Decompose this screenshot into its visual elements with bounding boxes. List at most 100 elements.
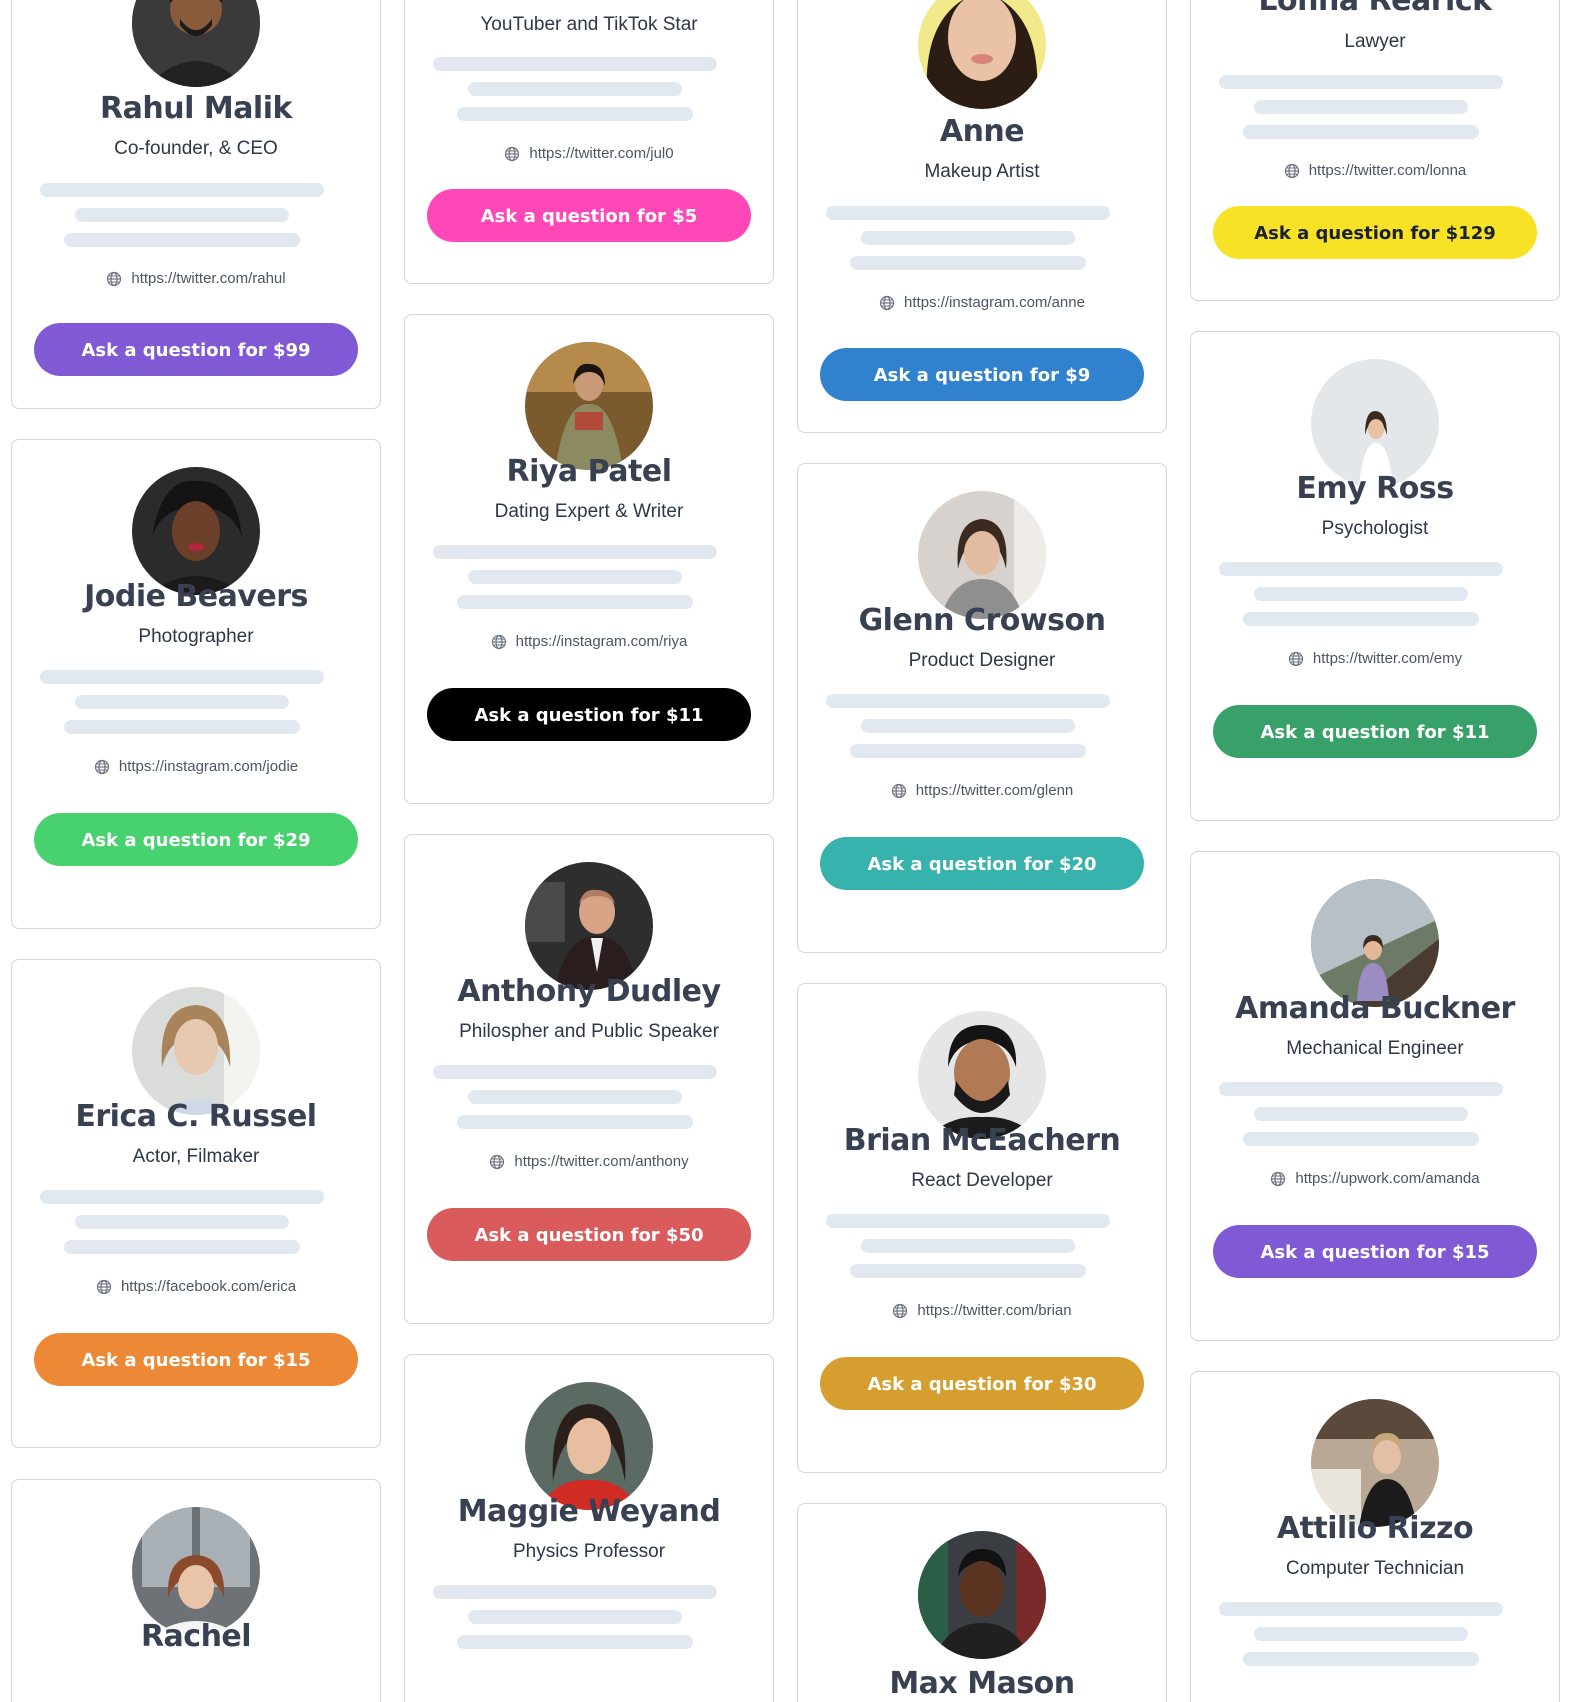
profile-role: Makeup Artist (924, 161, 1040, 182)
avatar (132, 0, 260, 87)
profile-name: Riya Patel (506, 454, 672, 489)
ask-question-button[interactable]: Ask a question for $15 (34, 1333, 358, 1386)
globe-icon (891, 783, 906, 798)
avatar (525, 862, 653, 990)
avatar (525, 1382, 653, 1510)
ask-question-button[interactable]: Ask a question for $9 (820, 348, 1144, 401)
placeholder-line (64, 1240, 300, 1254)
ask-question-button[interactable]: Ask a question for $11 (1213, 705, 1537, 758)
profile-link-text[interactable]: https://instagram.com/anne (904, 294, 1085, 311)
profile-link[interactable]: https://facebook.com/erica (12, 1278, 380, 1295)
globe-icon (490, 1154, 505, 1169)
profile-link-text[interactable]: https://twitter.com/jul0 (529, 145, 673, 162)
profile-link-text[interactable]: https://twitter.com/brian (917, 1302, 1071, 1319)
placeholder-line (1254, 1627, 1468, 1641)
profile-link[interactable]: https://instagram.com/anne (798, 294, 1166, 311)
profile-card-julo: YouTuber and TikTok Star https://twitter… (404, 0, 774, 284)
placeholder-line (468, 570, 682, 584)
placeholder-line (850, 256, 1086, 270)
placeholder-line (457, 595, 693, 609)
ask-question-button[interactable]: Ask a question for $129 (1213, 206, 1537, 259)
placeholder-line (850, 744, 1086, 758)
profile-role: Photographer (138, 626, 254, 647)
placeholder-line (468, 82, 682, 96)
profile-link[interactable]: https://twitter.com/emy (1191, 650, 1559, 667)
profile-name: Jodie Beavers (84, 579, 308, 614)
profile-name: Attilio Rizzo (1276, 1511, 1474, 1546)
placeholder-line (826, 694, 1110, 708)
placeholder-line (433, 57, 717, 71)
ask-question-button[interactable]: Ask a question for $50 (427, 1208, 751, 1261)
profile-link[interactable]: https://instagram.com/riya (405, 633, 773, 650)
profile-link[interactable]: https://instagram.com/jodie (12, 758, 380, 775)
profile-role: Physics Professor (512, 1541, 666, 1562)
profile-name: Maggie Weyand (457, 1494, 721, 1529)
ask-question-button[interactable]: Ask a question for $15 (1213, 1225, 1537, 1278)
placeholder-line (40, 1190, 324, 1204)
avatar (918, 1011, 1046, 1139)
profile-link-text[interactable]: https://facebook.com/erica (121, 1278, 296, 1295)
placeholder-line (1243, 612, 1479, 626)
profile-link[interactable]: https://twitter.com/anthony (405, 1153, 773, 1170)
placeholder-line (861, 719, 1075, 733)
profile-card-lonna: Lonna Rearick Lawyer https://twitter.com… (1190, 0, 1560, 301)
profile-name: Glenn Crowson (858, 603, 1106, 638)
placeholder-line (861, 231, 1075, 245)
profile-link-text[interactable]: https://upwork.com/amanda (1295, 1170, 1479, 1187)
ask-question-button[interactable]: Ask a question for $20 (820, 837, 1144, 890)
placeholder-line (1243, 1652, 1479, 1666)
profile-card-jodie: Jodie Beavers Photographer https://insta… (11, 439, 381, 929)
profile-link[interactable]: https://twitter.com/lonna (1191, 162, 1559, 179)
profile-link-text[interactable]: https://twitter.com/emy (1313, 650, 1462, 667)
ask-question-button[interactable]: Ask a question for $11 (427, 688, 751, 741)
profile-card-attilio: Attilio Rizzo Computer Technician (1190, 1371, 1560, 1702)
profile-link-text[interactable]: https://instagram.com/jodie (119, 758, 298, 775)
globe-icon (893, 1303, 908, 1318)
placeholder-line (1219, 1602, 1503, 1616)
ask-question-button[interactable]: Ask a question for $30 (820, 1357, 1144, 1410)
placeholder-line (1254, 1107, 1468, 1121)
avatar (918, 0, 1046, 109)
globe-icon (1288, 651, 1303, 666)
placeholder-line (1219, 75, 1503, 89)
globe-icon (491, 634, 506, 649)
placeholder-line (468, 1090, 682, 1104)
profile-link[interactable]: https://twitter.com/glenn (798, 782, 1166, 799)
profile-link[interactable]: https://twitter.com/jul0 (405, 145, 773, 162)
profile-link-text[interactable]: https://twitter.com/lonna (1309, 162, 1467, 179)
profile-card-riya: Riya Patel Dating Expert & Writer https:… (404, 314, 774, 804)
placeholder-line (1243, 125, 1479, 139)
profile-role: Actor, Filmaker (132, 1146, 260, 1167)
globe-icon (107, 271, 122, 286)
profile-link-text[interactable]: https://twitter.com/rahul (131, 270, 285, 287)
placeholder-line (64, 720, 300, 734)
profile-card-anthony: Anthony Dudley Philospher and Public Spe… (404, 834, 774, 1324)
placeholder-line (1243, 1132, 1479, 1146)
profile-link[interactable]: https://twitter.com/rahul (12, 270, 380, 287)
profile-role: Product Designer (908, 650, 1056, 671)
placeholder-line (40, 183, 324, 197)
ask-question-button[interactable]: Ask a question for $5 (427, 189, 751, 242)
ask-question-button[interactable]: Ask a question for $99 (34, 323, 358, 376)
profile-link[interactable]: https://upwork.com/amanda (1191, 1170, 1559, 1187)
placeholder-line (40, 670, 324, 684)
profile-name: Lonna Rearick (1258, 0, 1492, 18)
profile-name: Brian McEachern (843, 1123, 1121, 1158)
profile-card-maggie: Maggie Weyand Physics Professor (404, 1354, 774, 1702)
placeholder-line (457, 1115, 693, 1129)
profile-card-brian: Brian McEachern React Developer https://… (797, 983, 1167, 1473)
placeholder-line (457, 107, 693, 121)
ask-question-button[interactable]: Ask a question for $29 (34, 813, 358, 866)
profile-link-text[interactable]: https://twitter.com/anthony (514, 1153, 688, 1170)
placeholder-line (433, 545, 717, 559)
profile-link-text[interactable]: https://instagram.com/riya (516, 633, 688, 650)
placeholder-line (1219, 1082, 1503, 1096)
placeholder-line (1219, 562, 1503, 576)
globe-icon (1271, 1171, 1286, 1186)
avatar (918, 491, 1046, 619)
placeholder-line (468, 1610, 682, 1624)
profile-card-glenn: Glenn Crowson Product Designer https://t… (797, 463, 1167, 953)
profile-link-text[interactable]: https://twitter.com/glenn (916, 782, 1074, 799)
profile-role: Mechanical Engineer (1286, 1038, 1464, 1059)
profile-link[interactable]: https://twitter.com/brian (798, 1302, 1166, 1319)
